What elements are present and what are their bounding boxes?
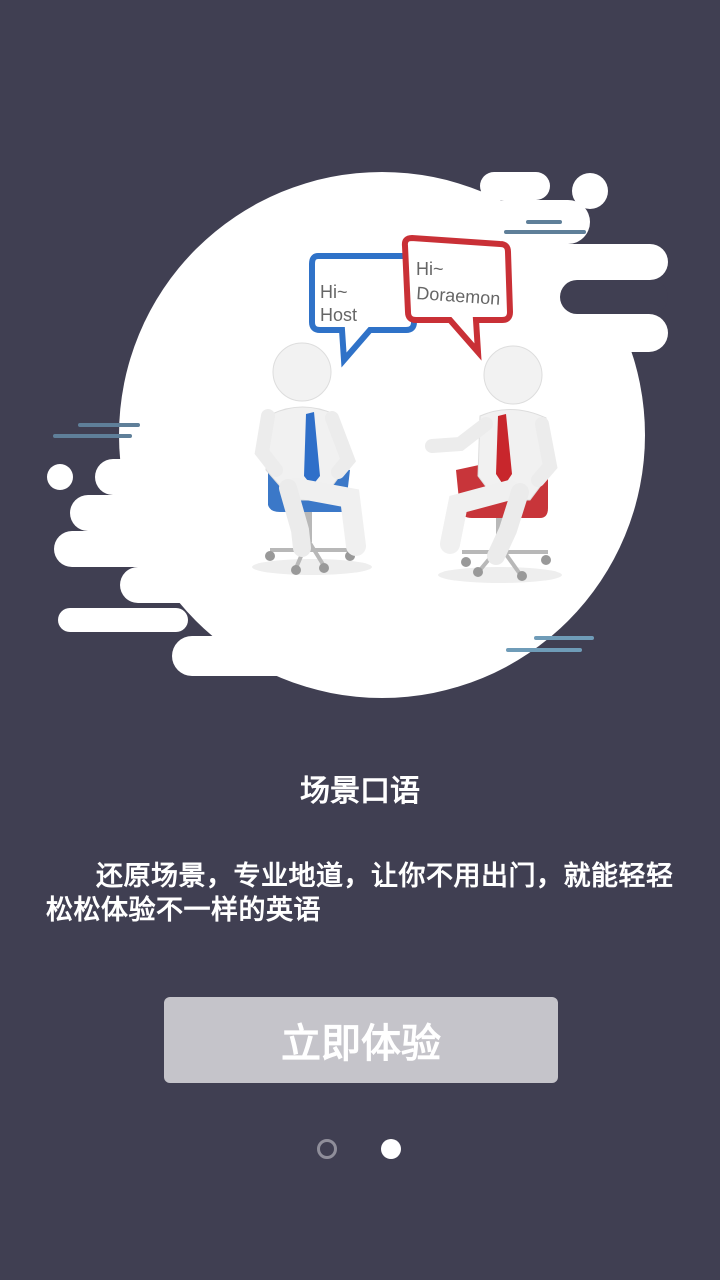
try-now-button[interactable]: 立即体验 [164, 997, 558, 1083]
bubble-host-line2: Host [320, 305, 357, 325]
page-dot-2-active[interactable] [381, 1139, 401, 1159]
page-indicator [0, 1139, 720, 1161]
page-description: 还原场景，专业地道，让你不用出门，就能轻轻松松体验不一样的英语 [46, 861, 674, 926]
page-dot-1[interactable] [317, 1139, 337, 1159]
hero-illustration: Hi~ Host Hi~ Doraemon [47, 172, 668, 698]
page-title: 场景口语 [300, 774, 420, 809]
bubble-doraemon-line1: Hi~ [416, 259, 444, 279]
bubble-host-line1: Hi~ [320, 282, 348, 302]
